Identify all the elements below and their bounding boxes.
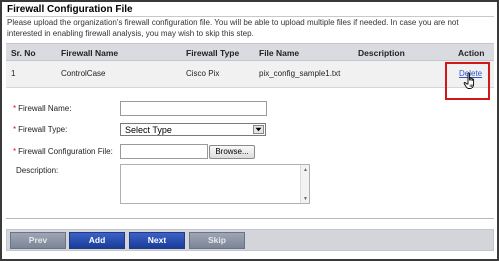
header-firewall-type: Firewall Type [186,48,240,58]
firewall-name-input[interactable] [120,101,267,116]
header-action: Action [458,48,485,58]
footer-divider [6,218,494,219]
row-firewall-type: Cisco Pix [186,69,220,78]
row-file-name: pix_config_sample1.txt [259,69,341,78]
intro-text: Please upload the organization's firewal… [7,18,459,38]
config-file-input[interactable] [120,144,208,159]
header-sr-no: Sr. No [11,48,36,58]
hand-pointer-icon [463,72,475,89]
firewall-table: Sr. No Firewall Name Firewall Type File … [6,43,494,88]
row-firewall-name: ControlCase [61,69,106,78]
row-sr-no: 1 [11,69,16,78]
skip-button[interactable]: Skip [189,232,245,249]
firewall-name-label: * Firewall Name: [13,104,72,113]
add-button[interactable]: Add [69,232,125,249]
config-file-label: * Firewall Configuration File: [13,147,113,156]
description-label: Description: [16,166,59,175]
next-button[interactable]: Next [129,232,185,249]
page-frame: Firewall Configuration File Please uploa… [0,0,499,261]
header-description: Description [358,48,405,58]
page-title: Firewall Configuration File [7,4,133,15]
description-textarea[interactable]: ▲ ▼ [120,164,310,204]
browse-button[interactable]: Browse... [209,145,255,159]
table-header: Sr. No Firewall Name Firewall Type File … [6,43,494,61]
description-scrollbar[interactable]: ▲ ▼ [300,165,309,203]
scroll-down-icon[interactable]: ▼ [302,195,309,202]
chevron-down-icon[interactable] [253,125,264,134]
table-row: 1 ControlCase Cisco Pix pix_config_sampl… [6,61,494,88]
scroll-up-icon[interactable]: ▲ [302,166,309,173]
wizard-button-bar: Prev Add Next Skip [6,229,494,251]
firewall-type-select[interactable]: Select Type [120,123,266,136]
header-firewall-name: Firewall Name [61,48,119,58]
header-file-name: File Name [259,48,300,58]
firewall-type-selected: Select Type [125,125,172,135]
firewall-type-label: * Firewall Type: [13,125,68,134]
prev-button[interactable]: Prev [10,232,66,249]
